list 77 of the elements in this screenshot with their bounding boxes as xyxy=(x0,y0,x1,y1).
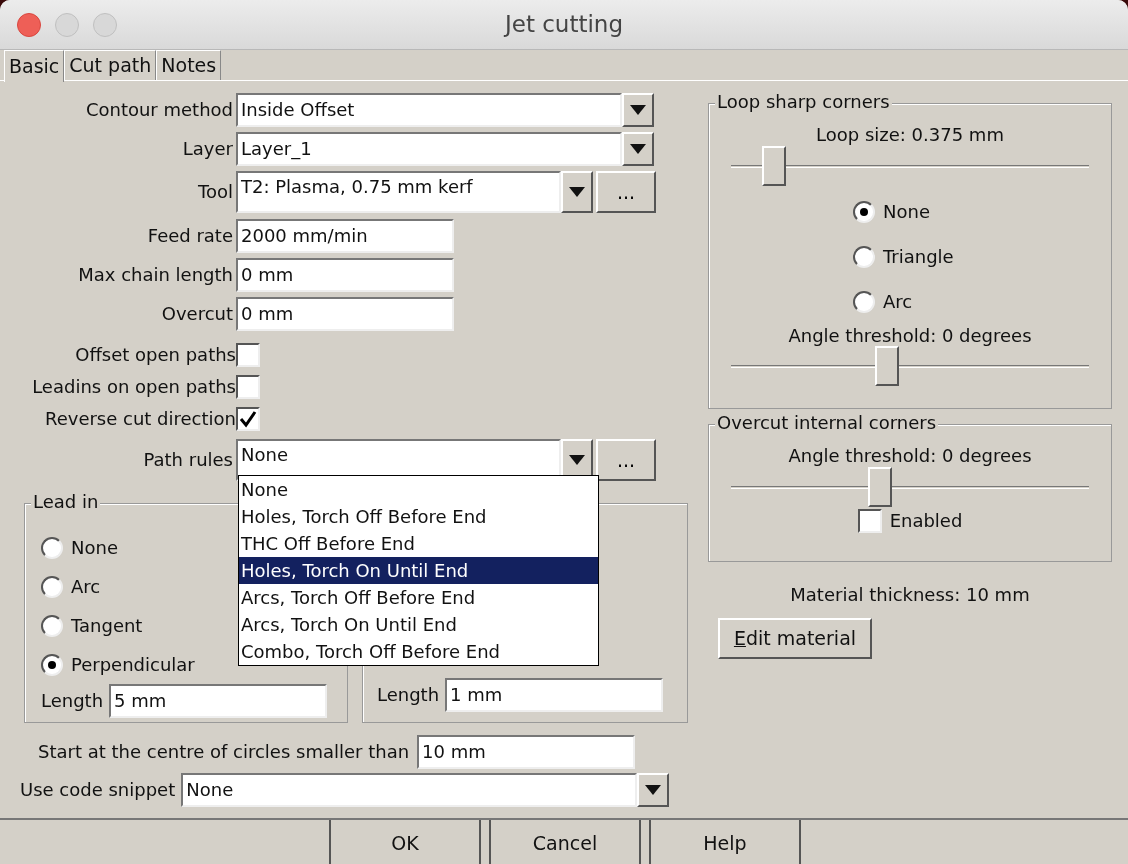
radio-button[interactable] xyxy=(41,536,63,559)
radio-button[interactable] xyxy=(853,291,875,314)
dropdown-option[interactable]: Arcs, Torch On Until End xyxy=(239,611,598,638)
radio-button[interactable] xyxy=(853,246,875,269)
field-label: Feed rate xyxy=(146,225,234,247)
input-field[interactable]: 5 mm xyxy=(109,684,328,718)
dropdown-arrow-button[interactable] xyxy=(622,93,654,127)
field-label: Layer xyxy=(181,138,234,160)
tab[interactable]: Notes xyxy=(156,50,222,80)
radio-label: Arc xyxy=(883,291,913,313)
window-title: Jet cutting xyxy=(504,10,624,37)
dialog-button[interactable]: OK xyxy=(329,820,481,864)
radio-label: None xyxy=(71,536,118,559)
checkbox[interactable] xyxy=(236,343,260,367)
dropdown-arrow-button[interactable] xyxy=(622,132,654,166)
caret-icon xyxy=(569,455,585,465)
field-label: Overcut xyxy=(160,303,234,325)
field-label: Use code snippet xyxy=(20,779,176,801)
input-field[interactable]: 0 mm xyxy=(236,297,454,331)
checkbox[interactable] xyxy=(236,407,260,431)
slider-label: Angle threshold: 0 degrees xyxy=(788,445,1032,466)
input-field[interactable]: 10 mm xyxy=(417,735,636,769)
tab[interactable]: Basic xyxy=(4,50,65,82)
dropdown-option[interactable]: Holes, Torch Off Before End xyxy=(239,503,598,530)
field-label: Length xyxy=(41,690,104,712)
tab[interactable]: Cut path xyxy=(64,50,157,80)
dropdown-option[interactable]: Combo, Torch Off Before End xyxy=(239,638,598,665)
dropdown-field[interactable]: Inside Offset xyxy=(236,93,622,127)
caret-icon xyxy=(630,144,646,154)
caret-icon xyxy=(645,785,662,795)
radio-button[interactable] xyxy=(41,653,63,676)
slider-thumb[interactable] xyxy=(867,466,892,507)
dropdown-arrow-button[interactable] xyxy=(637,773,670,807)
caret-icon xyxy=(630,105,646,115)
input-field[interactable]: 0 mm xyxy=(236,258,454,292)
slider-label: Loop size: 0.375 mm xyxy=(816,124,1004,145)
slider-label: Angle threshold: 0 degrees xyxy=(788,324,1032,346)
dropdown-option[interactable]: Arcs, Torch Off Before End xyxy=(239,584,598,611)
close-button[interactable] xyxy=(17,12,41,37)
input-field[interactable]: 2000 mm/min xyxy=(236,219,454,253)
browse-button[interactable]: ... xyxy=(596,171,656,213)
radio-label: Triangle xyxy=(883,246,954,268)
dropdown-field[interactable]: Layer_1 xyxy=(236,132,622,166)
group-title: Loop sharp corners xyxy=(715,91,892,113)
radio-label: Arc xyxy=(71,575,101,598)
dropdown-arrow-button[interactable] xyxy=(561,171,593,213)
field-label: Reverse cut direction xyxy=(43,408,236,430)
radio-label: Tangent xyxy=(71,614,143,637)
input-field[interactable]: 1 mm xyxy=(445,678,664,712)
radio-button[interactable] xyxy=(853,201,875,224)
field-label: Start at the centre of circles smaller than xyxy=(38,741,410,763)
edit-material-button[interactable]: Edit material xyxy=(718,617,872,659)
material-thickness-text: Material thickness: 10 mm xyxy=(790,584,1030,605)
dropdown-field[interactable]: None xyxy=(181,773,638,807)
field-label: Tool xyxy=(197,181,234,203)
field-label: Leadins on open paths xyxy=(31,376,236,398)
field-label: Path rules xyxy=(142,449,234,471)
dialog-button[interactable]: Cancel xyxy=(489,820,641,864)
dialog-button[interactable]: Help xyxy=(649,820,801,864)
dropdown-option[interactable]: Holes, Torch On Until End xyxy=(239,557,598,584)
field-label: Offset open paths xyxy=(74,344,236,366)
slider-thumb[interactable] xyxy=(761,145,786,186)
field-label: Max chain length xyxy=(77,264,234,286)
dropdown-field[interactable]: T2: Plasma, 0.75 mm kerf xyxy=(236,171,561,213)
radio-button[interactable] xyxy=(41,575,63,598)
dropdown-option[interactable]: THC Off Before End xyxy=(239,530,598,557)
checkbox[interactable] xyxy=(236,375,260,399)
caret-icon xyxy=(569,187,585,197)
checkbox-label: Enabled xyxy=(889,509,963,532)
radio-button[interactable] xyxy=(41,614,63,637)
slider-thumb[interactable] xyxy=(874,346,899,387)
field-label: Length xyxy=(377,684,440,706)
browse-button[interactable]: ... xyxy=(596,439,656,481)
checkbox[interactable] xyxy=(857,508,882,533)
radio-label: Perpendicular xyxy=(71,653,195,676)
field-label: Contour method xyxy=(84,99,234,121)
radio-label: None xyxy=(883,201,930,223)
